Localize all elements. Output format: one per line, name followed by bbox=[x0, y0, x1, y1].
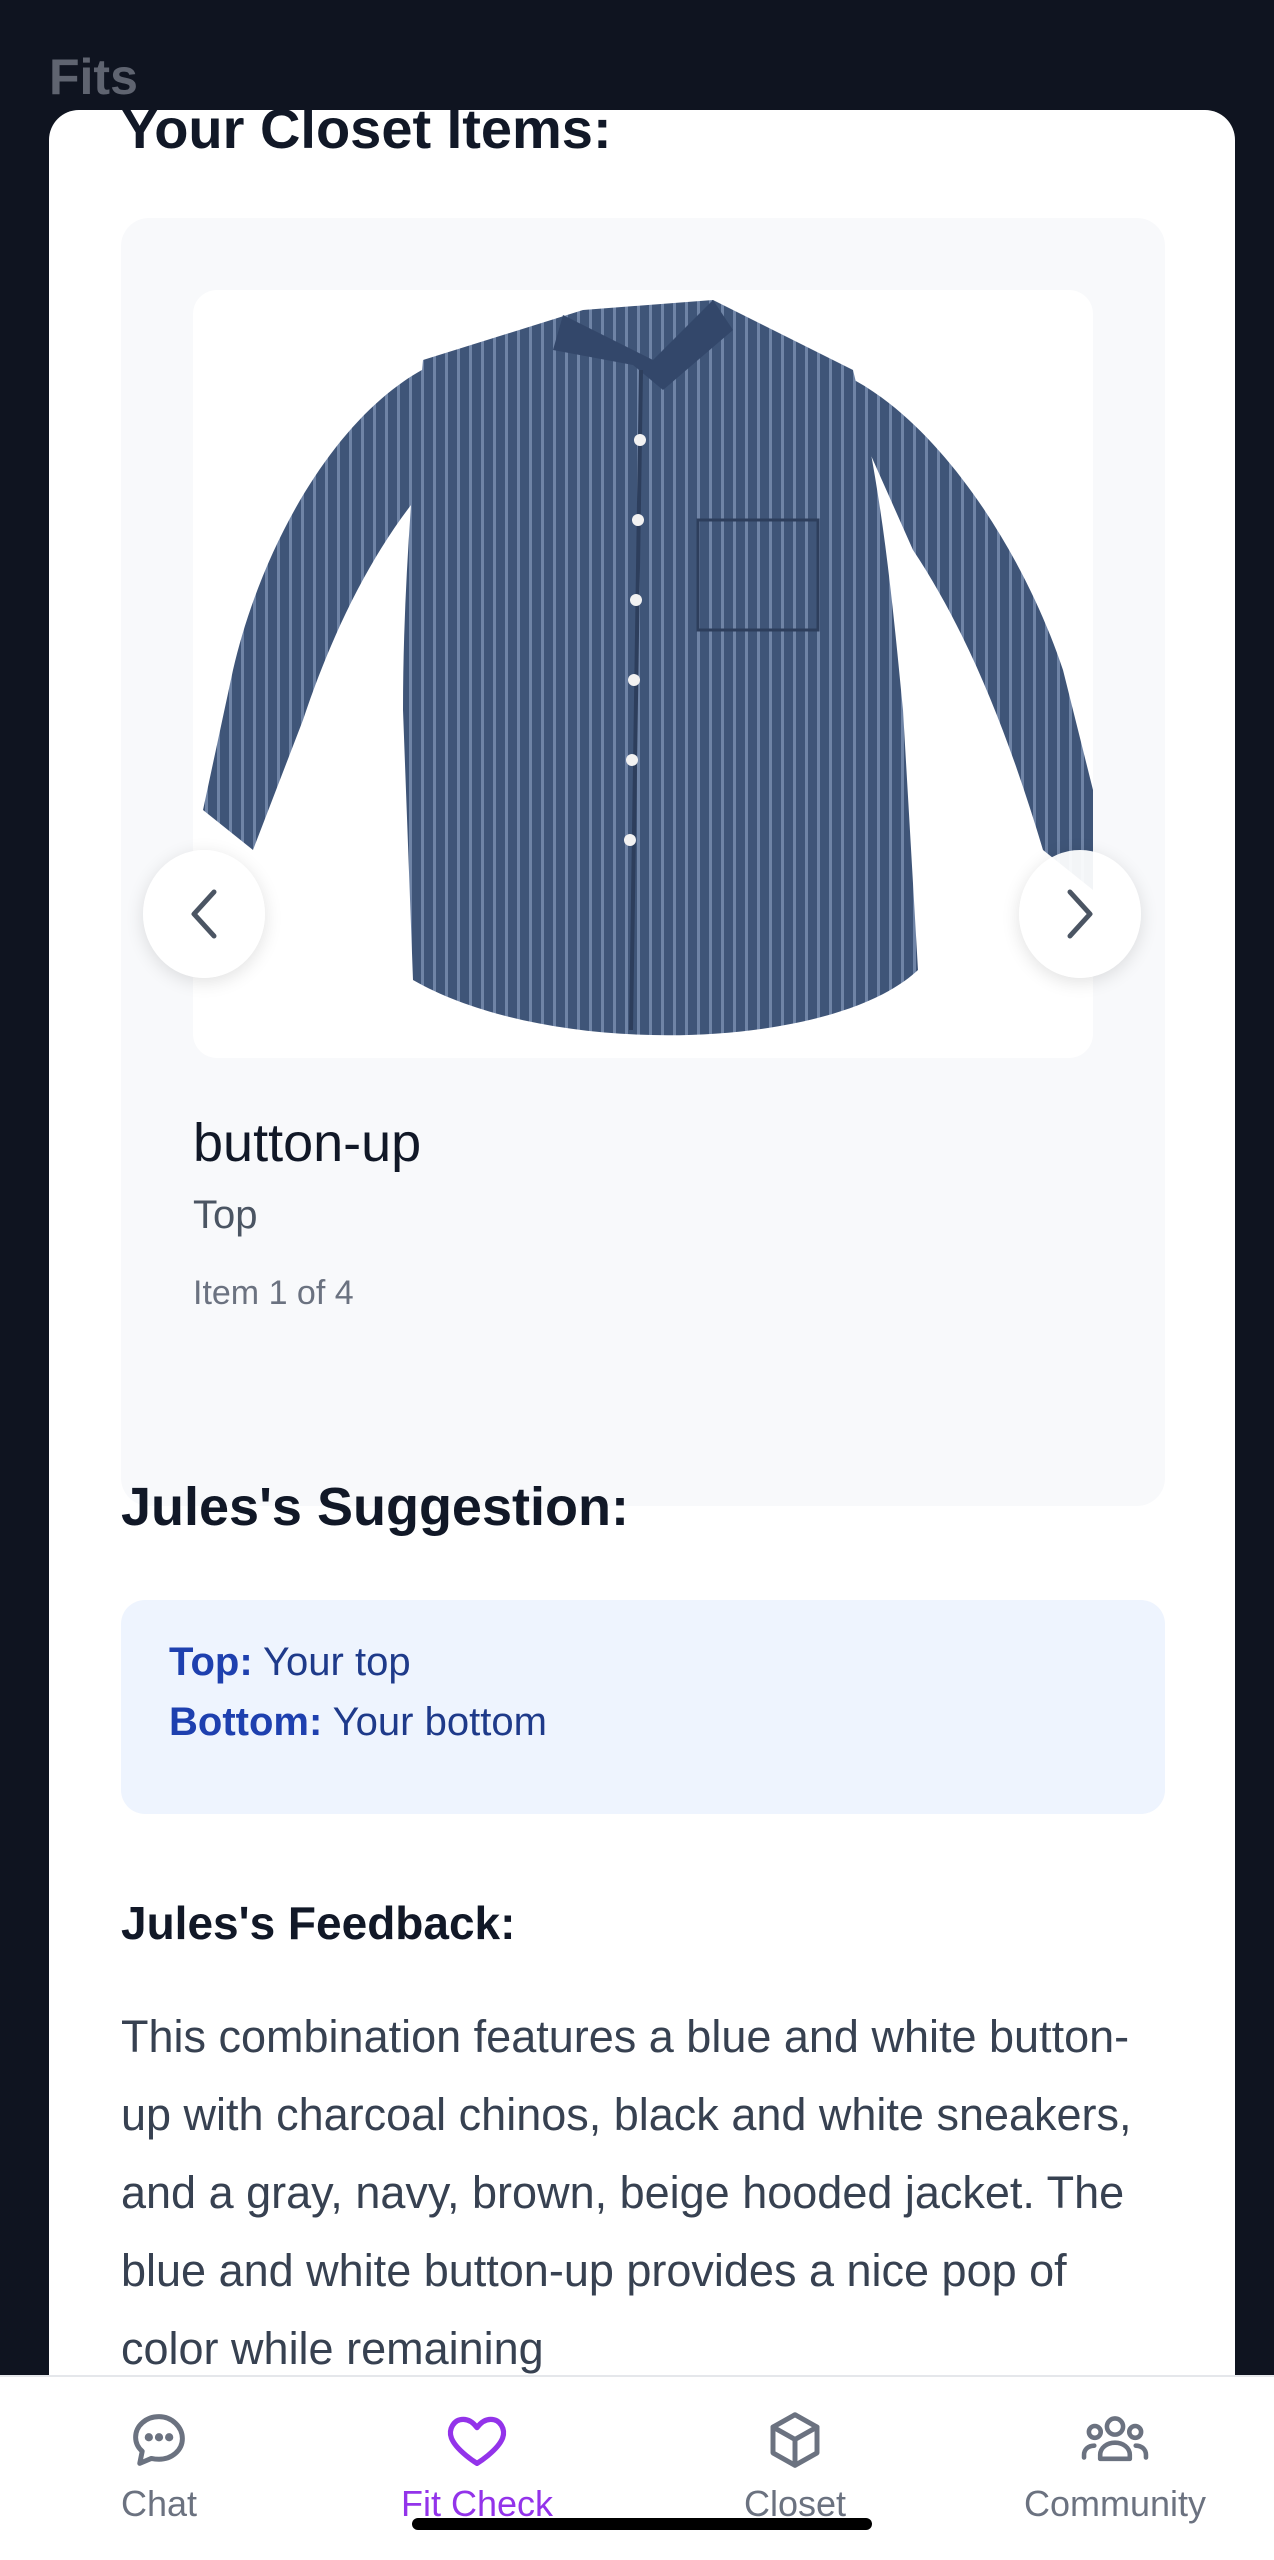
chat-bubble-icon bbox=[133, 2414, 185, 2466]
app-title: Fits bbox=[49, 49, 138, 105]
home-indicator bbox=[412, 2518, 872, 2530]
item-counter: Item 1 of 4 bbox=[193, 1274, 354, 1312]
item-name: button-up bbox=[193, 1113, 422, 1173]
suggestion-top-value: Your top bbox=[263, 1640, 411, 1684]
chevron-left-icon bbox=[191, 889, 217, 939]
box-icon bbox=[770, 2412, 820, 2468]
closet-items-heading: Your Closet Items: bbox=[121, 110, 612, 160]
suggestion-heading: Jules's Suggestion: bbox=[121, 1477, 629, 1537]
suggestion-top-label: Top: bbox=[169, 1640, 253, 1684]
tab-community-label: Community bbox=[1023, 2483, 1207, 2524]
suggestion-bottom-value: Your bottom bbox=[332, 1700, 547, 1744]
next-item-button[interactable] bbox=[1019, 850, 1141, 978]
item-image bbox=[193, 290, 1093, 1058]
people-icon bbox=[1081, 2416, 1149, 2462]
tab-chat-label: Chat bbox=[120, 2483, 198, 2524]
feedback-text: This combination features a blue and whi… bbox=[121, 2011, 1132, 2374]
bottom-tab-bar: Chat Fit Check Closet Community bbox=[0, 2375, 1274, 2560]
tab-closet[interactable]: Closet bbox=[636, 2377, 954, 2560]
item-type: Top bbox=[193, 1193, 258, 1237]
suggestion-bottom-line: Bottom: Your bottom bbox=[169, 1700, 547, 1745]
chevron-right-icon bbox=[1067, 889, 1093, 939]
suggestion-top-line: Top: Your top bbox=[169, 1640, 411, 1685]
feedback-heading: Jules's Feedback: bbox=[121, 1897, 516, 1949]
tab-community[interactable]: Community bbox=[956, 2377, 1274, 2560]
tab-chat[interactable]: Chat bbox=[0, 2377, 318, 2560]
heart-icon bbox=[447, 2416, 507, 2466]
suggestion-bottom-label: Bottom: bbox=[169, 1700, 323, 1744]
shirt-image bbox=[203, 300, 1093, 1036]
tab-fit-check[interactable]: Fit Check bbox=[318, 2377, 636, 2560]
fit-check-sheet: Your Closet Items: button-up Top Item 1 … bbox=[49, 110, 1235, 2558]
suggestion-box: Top: Your top Bottom: Your bottom bbox=[121, 1600, 1165, 1814]
previous-item-button[interactable] bbox=[143, 850, 265, 978]
closet-item-card: button-up Top Item 1 of 4 bbox=[121, 218, 1165, 1506]
